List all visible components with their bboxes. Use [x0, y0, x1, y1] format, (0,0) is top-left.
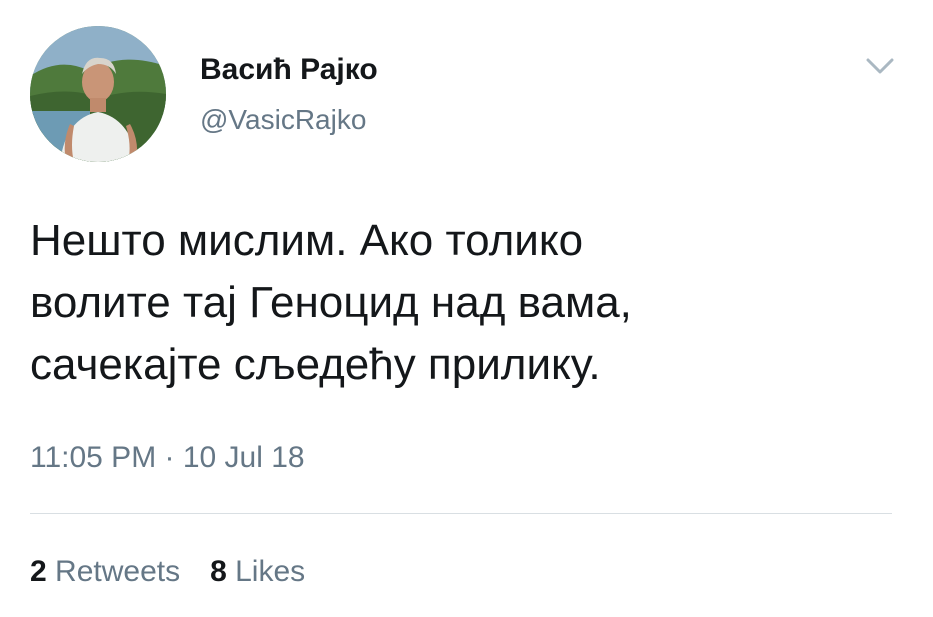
tweet-text-line: Нешто мислим. Ако толико — [30, 216, 584, 265]
likes-stat[interactable]: 8 Likes — [210, 555, 305, 588]
retweets-count: 2 — [30, 555, 47, 588]
likes-count: 8 — [210, 555, 227, 588]
tweet-timestamp[interactable]: 11:05 PM · 10 Jul 18 — [30, 441, 305, 475]
retweets-label: Retweets — [55, 555, 181, 588]
display-name[interactable]: Васић Рајко — [200, 53, 378, 87]
tweet-text-line: сачекајте сљедећу прилику. — [30, 340, 601, 389]
tweet-text-line: волите тај Геноцид над вама, — [30, 278, 632, 327]
tweet-card: Васић Рајко @VasicRajko Нешто мислим. Ак… — [0, 0, 933, 617]
chevron-down-icon[interactable] — [860, 52, 900, 82]
retweets-stat[interactable]: 2 Retweets — [30, 555, 180, 588]
user-handle[interactable]: @VasicRajko — [200, 104, 366, 136]
likes-label: Likes — [235, 555, 306, 588]
tweet-stats: 2 Retweets 8 Likes — [30, 555, 335, 589]
divider — [30, 513, 892, 514]
tweet-text: Нешто мислим. Ако толико волите тај Гено… — [30, 210, 890, 396]
avatar[interactable] — [30, 26, 166, 162]
avatar-photo — [30, 26, 166, 162]
